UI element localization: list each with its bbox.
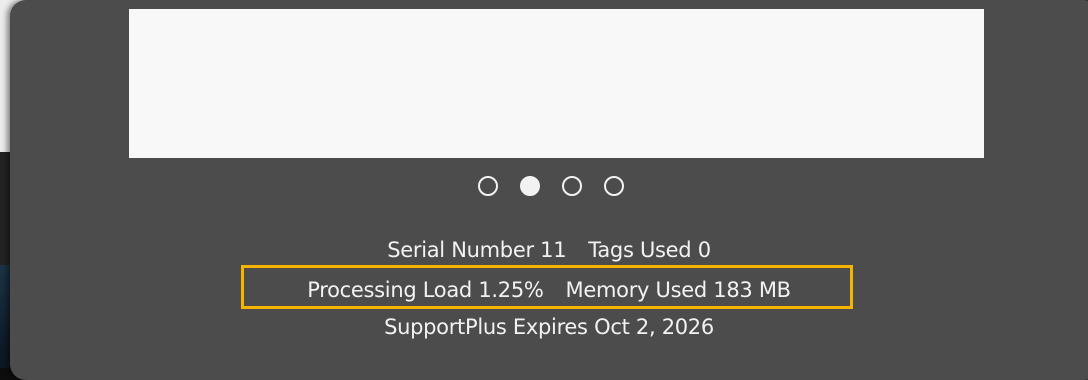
tags-used-label: Tags Used (588, 238, 692, 262)
support-line: SupportPlus Expires Oct 2, 2026 (10, 313, 1088, 341)
support-expires-label: SupportPlus Expires (384, 315, 588, 339)
carousel-dot-4[interactable] (604, 176, 624, 196)
carousel-dot-1[interactable] (478, 176, 498, 196)
carousel-dot-3[interactable] (562, 176, 582, 196)
tags-used-value: 0 (697, 238, 711, 262)
highlight-box (241, 265, 853, 309)
serial-number-label: Serial Number (387, 238, 534, 262)
carousel-dot-2[interactable] (520, 176, 540, 196)
device-preview (129, 9, 984, 158)
serial-tags-line: Serial Number 11 Tags Used 0 (10, 236, 1088, 264)
panel-notch (48, 0, 112, 8)
carousel-pagination (478, 176, 624, 196)
device-info-panel: Serial Number 11 Tags Used 0 Processing L… (10, 0, 1088, 380)
serial-number-value: 11 (540, 238, 567, 262)
support-expires-value: Oct 2, 2026 (594, 315, 714, 339)
